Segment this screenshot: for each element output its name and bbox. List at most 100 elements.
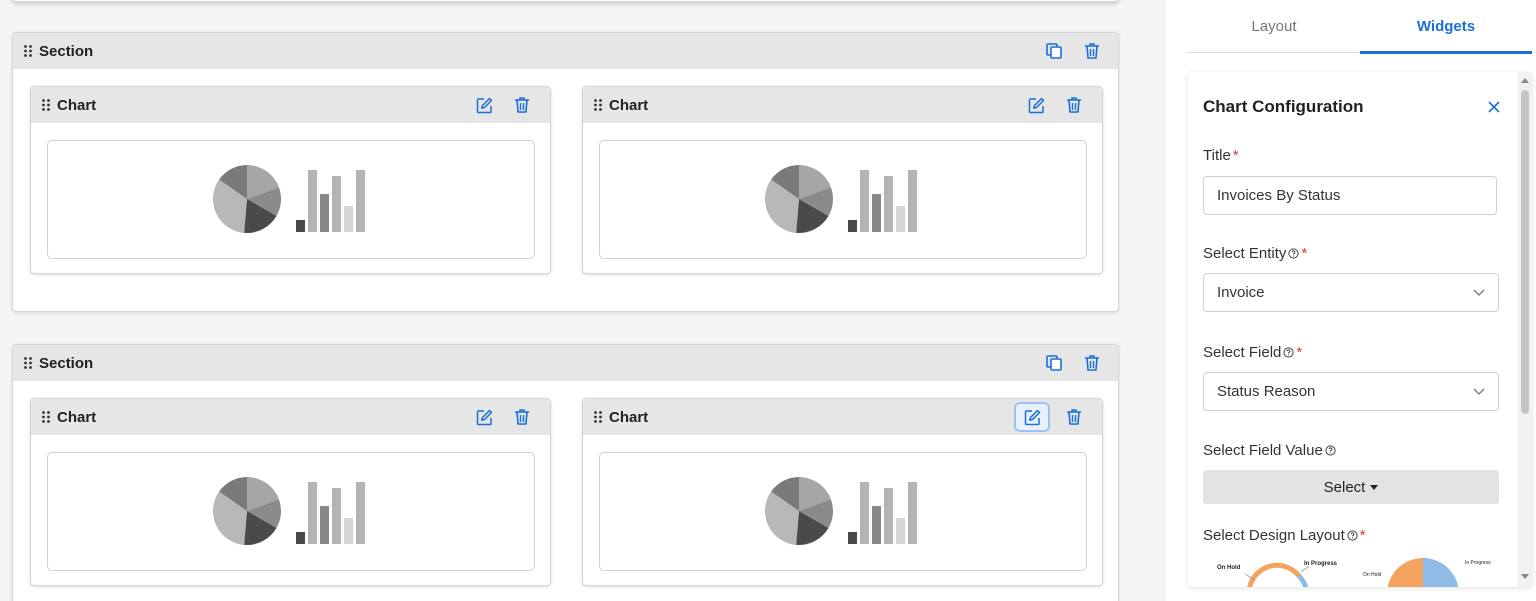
trash-icon[interactable] xyxy=(1062,405,1086,429)
chart-header: Chart xyxy=(583,399,1102,435)
previous-section-edge xyxy=(12,0,1119,2)
chart-placeholder-icon xyxy=(765,164,917,233)
placeholder-bar xyxy=(308,481,317,544)
edit-icon[interactable] xyxy=(472,405,496,429)
dashboard-canvas: Section Chart Chart Section Chart Chart xyxy=(0,0,1140,601)
close-icon[interactable] xyxy=(1485,98,1503,116)
layout-label: On Hold xyxy=(1217,565,1241,571)
scroll-down-icon[interactable] xyxy=(1521,574,1529,579)
copy-icon[interactable] xyxy=(1042,351,1066,375)
placeholder-bar xyxy=(308,169,317,232)
design-layout-previews[interactable]: On Hold In Progress On Hold In Progress xyxy=(1203,554,1503,587)
field-label: Select Field * xyxy=(1203,344,1303,361)
entity-select[interactable]: Invoice xyxy=(1203,273,1499,312)
drag-handle-icon[interactable] xyxy=(593,410,603,424)
chart-widget-1[interactable]: Chart xyxy=(30,86,551,274)
edit-icon[interactable] xyxy=(1016,404,1048,430)
title-label: Title * xyxy=(1203,147,1239,164)
layout-label: In Progress xyxy=(1304,561,1338,567)
chart-placeholder-icon xyxy=(765,476,917,545)
chart-title: Chart xyxy=(609,408,649,426)
chart-placeholder xyxy=(47,140,535,259)
section-2: Section Chart Chart xyxy=(12,344,1119,601)
layout-label: On Hold xyxy=(1363,572,1382,578)
layout-label: In Progress xyxy=(1465,560,1491,566)
placeholder-bar xyxy=(872,505,881,544)
placeholder-bar xyxy=(848,219,857,232)
trash-icon[interactable] xyxy=(1062,93,1086,117)
tab-layout[interactable]: Layout xyxy=(1188,0,1360,52)
help-icon[interactable] xyxy=(1283,347,1294,358)
layout-option-pie[interactable]: On Hold In Progress xyxy=(1363,558,1491,587)
placeholder-bar xyxy=(332,487,341,544)
placeholder-bar xyxy=(884,487,893,544)
scroll-up-icon[interactable] xyxy=(1521,78,1529,83)
trash-icon[interactable] xyxy=(1080,351,1104,375)
chart-placeholder-icon xyxy=(213,164,365,233)
trash-icon[interactable] xyxy=(510,405,534,429)
chart-title: Chart xyxy=(57,408,97,426)
section-header: Section xyxy=(13,33,1118,69)
chart-header: Chart xyxy=(31,399,550,435)
help-icon[interactable] xyxy=(1325,445,1336,456)
edit-icon[interactable] xyxy=(472,93,496,117)
placeholder-bar xyxy=(344,205,353,232)
placeholder-bar xyxy=(908,481,917,544)
placeholder-bar xyxy=(320,505,329,544)
help-icon[interactable] xyxy=(1288,248,1299,259)
trash-icon[interactable] xyxy=(510,93,534,117)
drag-handle-icon[interactable] xyxy=(593,98,603,112)
copy-icon[interactable] xyxy=(1042,39,1066,63)
required-mark: * xyxy=(1296,344,1303,361)
placeholder-bar xyxy=(908,169,917,232)
field-select[interactable]: Status Reason xyxy=(1203,372,1499,411)
field-value-label: Select Field Value xyxy=(1203,442,1336,459)
placeholder-bar xyxy=(320,193,329,232)
edit-icon[interactable] xyxy=(1024,93,1048,117)
placeholder-bar xyxy=(356,481,365,544)
placeholder-bar xyxy=(848,531,857,544)
chart-placeholder-icon xyxy=(213,476,365,545)
help-icon[interactable] xyxy=(1347,530,1358,541)
drag-handle-icon[interactable] xyxy=(23,44,33,58)
trash-icon[interactable] xyxy=(1080,39,1104,63)
scrollbar[interactable] xyxy=(1518,72,1532,587)
required-mark: * xyxy=(1301,245,1308,262)
chart-title: Chart xyxy=(609,96,649,114)
chart-widget-2[interactable]: Chart xyxy=(582,86,1103,274)
chart-header: Chart xyxy=(583,87,1102,123)
section-header: Section xyxy=(13,345,1118,381)
tab-widgets[interactable]: Widgets xyxy=(1360,0,1532,54)
placeholder-bar xyxy=(296,219,305,232)
drag-handle-icon[interactable] xyxy=(23,356,33,370)
layout-option-donut[interactable]: On Hold In Progress xyxy=(1217,561,1338,587)
placeholder-bar xyxy=(860,169,869,232)
placeholder-bar xyxy=(296,531,305,544)
chart-header: Chart xyxy=(31,87,550,123)
placeholder-bar xyxy=(356,169,365,232)
placeholder-bar xyxy=(344,517,353,544)
scrollbar-thumb[interactable] xyxy=(1521,90,1529,414)
drag-handle-icon[interactable] xyxy=(41,98,51,112)
chart-widget-3[interactable]: Chart xyxy=(30,398,551,586)
config-title: Chart Configuration xyxy=(1203,97,1364,116)
design-layout-label: Select Design Layout * xyxy=(1203,527,1366,544)
panel-tabs: Layout Widgets xyxy=(1188,0,1532,54)
required-mark: * xyxy=(1359,527,1366,544)
chart-widget-4[interactable]: Chart xyxy=(582,398,1103,586)
caret-down-icon xyxy=(1370,484,1379,490)
section-title: Section xyxy=(39,354,94,372)
field-value-dropdown-button[interactable]: Select xyxy=(1203,470,1499,504)
chevron-down-icon xyxy=(1473,388,1485,395)
title-input[interactable] xyxy=(1203,176,1497,215)
placeholder-bar xyxy=(884,175,893,232)
placeholder-bar xyxy=(860,481,869,544)
chart-title: Chart xyxy=(57,96,97,114)
required-mark: * xyxy=(1232,147,1239,164)
placeholder-bar xyxy=(332,175,341,232)
panel-gutter xyxy=(1140,0,1166,601)
section-title: Section xyxy=(39,42,94,60)
drag-handle-icon[interactable] xyxy=(41,410,51,424)
placeholder-bar xyxy=(896,205,905,232)
chart-configuration-card: Chart Configuration Title* Select Entity… xyxy=(1188,72,1532,587)
